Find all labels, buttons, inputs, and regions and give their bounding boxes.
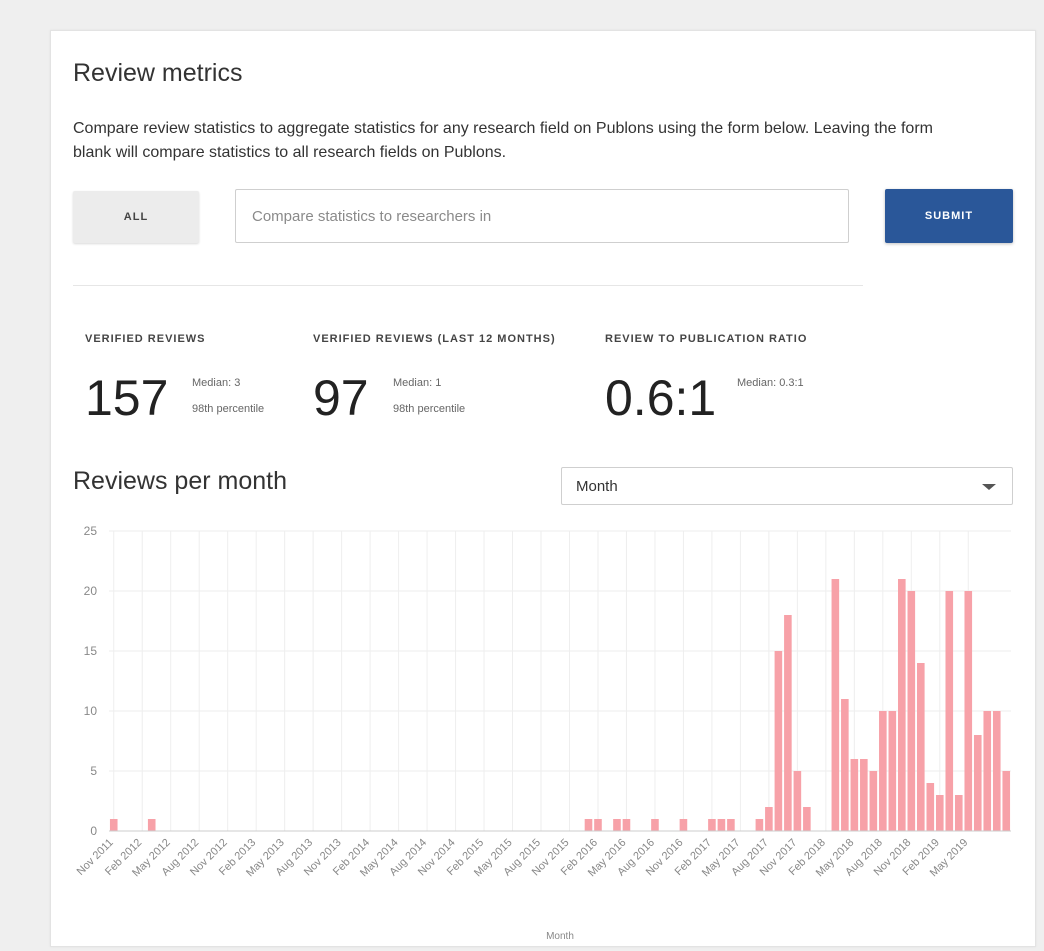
bar <box>584 819 593 831</box>
bar <box>594 819 602 831</box>
chevron-down-icon <box>982 484 996 490</box>
bar <box>945 591 954 831</box>
divider <box>73 285 863 286</box>
verified-reviews-12m-median: Median: 1 <box>393 377 442 389</box>
y-tick-label: 20 <box>84 584 98 598</box>
research-field-search-input[interactable] <box>235 189 849 243</box>
bar <box>907 591 916 831</box>
x-axis-title: Month <box>546 931 574 942</box>
review-metrics-card: Review metrics Compare review statistics… <box>50 30 1036 947</box>
bar <box>765 807 773 831</box>
bar <box>109 819 118 831</box>
bar <box>888 711 897 831</box>
bar <box>954 795 963 831</box>
description-text: Compare review statistics to aggregate s… <box>73 120 933 161</box>
verified-reviews-12m-percentile: 98th percentile <box>393 403 466 415</box>
bar <box>850 759 859 831</box>
verified-reviews-median: Median: 3 <box>192 377 241 389</box>
bar <box>613 819 621 831</box>
bar <box>917 663 925 831</box>
chart-title: Reviews per month <box>73 467 287 495</box>
review-publication-ratio-label: REVIEW TO PUBLICATION RATIO <box>605 333 808 345</box>
submit-button[interactable]: SUBMIT <box>885 189 1013 243</box>
bar <box>964 591 973 831</box>
reviews-per-month-chart: 0510152025Nov 2011Feb 2012May 2012Aug 20… <box>75 524 1011 942</box>
bar <box>926 783 935 831</box>
bar <box>1002 771 1011 831</box>
verified-reviews-value: 157 <box>85 370 169 426</box>
period-select[interactable]: Month <box>561 467 1013 505</box>
bar <box>717 819 726 831</box>
bar <box>983 711 992 831</box>
verified-reviews-12m-value: 97 <box>313 370 369 426</box>
bar <box>992 711 1001 831</box>
bar <box>879 711 887 831</box>
bar <box>973 735 982 831</box>
bar <box>831 579 840 831</box>
bar <box>803 807 811 831</box>
bar <box>784 615 792 831</box>
bar <box>841 699 849 831</box>
bar <box>793 771 802 831</box>
bar <box>755 819 764 831</box>
bar <box>774 651 783 831</box>
y-tick-label: 5 <box>90 764 97 778</box>
y-tick-label: 10 <box>84 704 98 718</box>
bar <box>147 819 156 831</box>
bar <box>935 795 944 831</box>
review-publication-ratio-median: Median: 0.3:1 <box>737 377 804 389</box>
bar <box>869 771 878 831</box>
bar <box>651 819 659 831</box>
verified-reviews-12m-label: VERIFIED REVIEWS (LAST 12 MONTHS) <box>313 333 556 345</box>
bar <box>727 819 735 831</box>
y-tick-label: 0 <box>90 824 97 838</box>
y-tick-label: 15 <box>84 644 98 658</box>
bar <box>622 819 631 831</box>
bar <box>708 819 716 831</box>
verified-reviews-label: VERIFIED REVIEWS <box>85 333 206 345</box>
period-select-value: Month <box>576 478 618 495</box>
bar <box>860 759 868 831</box>
bar <box>898 579 906 831</box>
review-publication-ratio-value: 0.6:1 <box>605 370 717 426</box>
y-tick-label: 25 <box>84 524 98 538</box>
page-title: Review metrics <box>73 59 243 87</box>
all-button[interactable]: ALL <box>73 191 199 243</box>
verified-reviews-percentile: 98th percentile <box>192 403 265 415</box>
bar <box>679 819 688 831</box>
